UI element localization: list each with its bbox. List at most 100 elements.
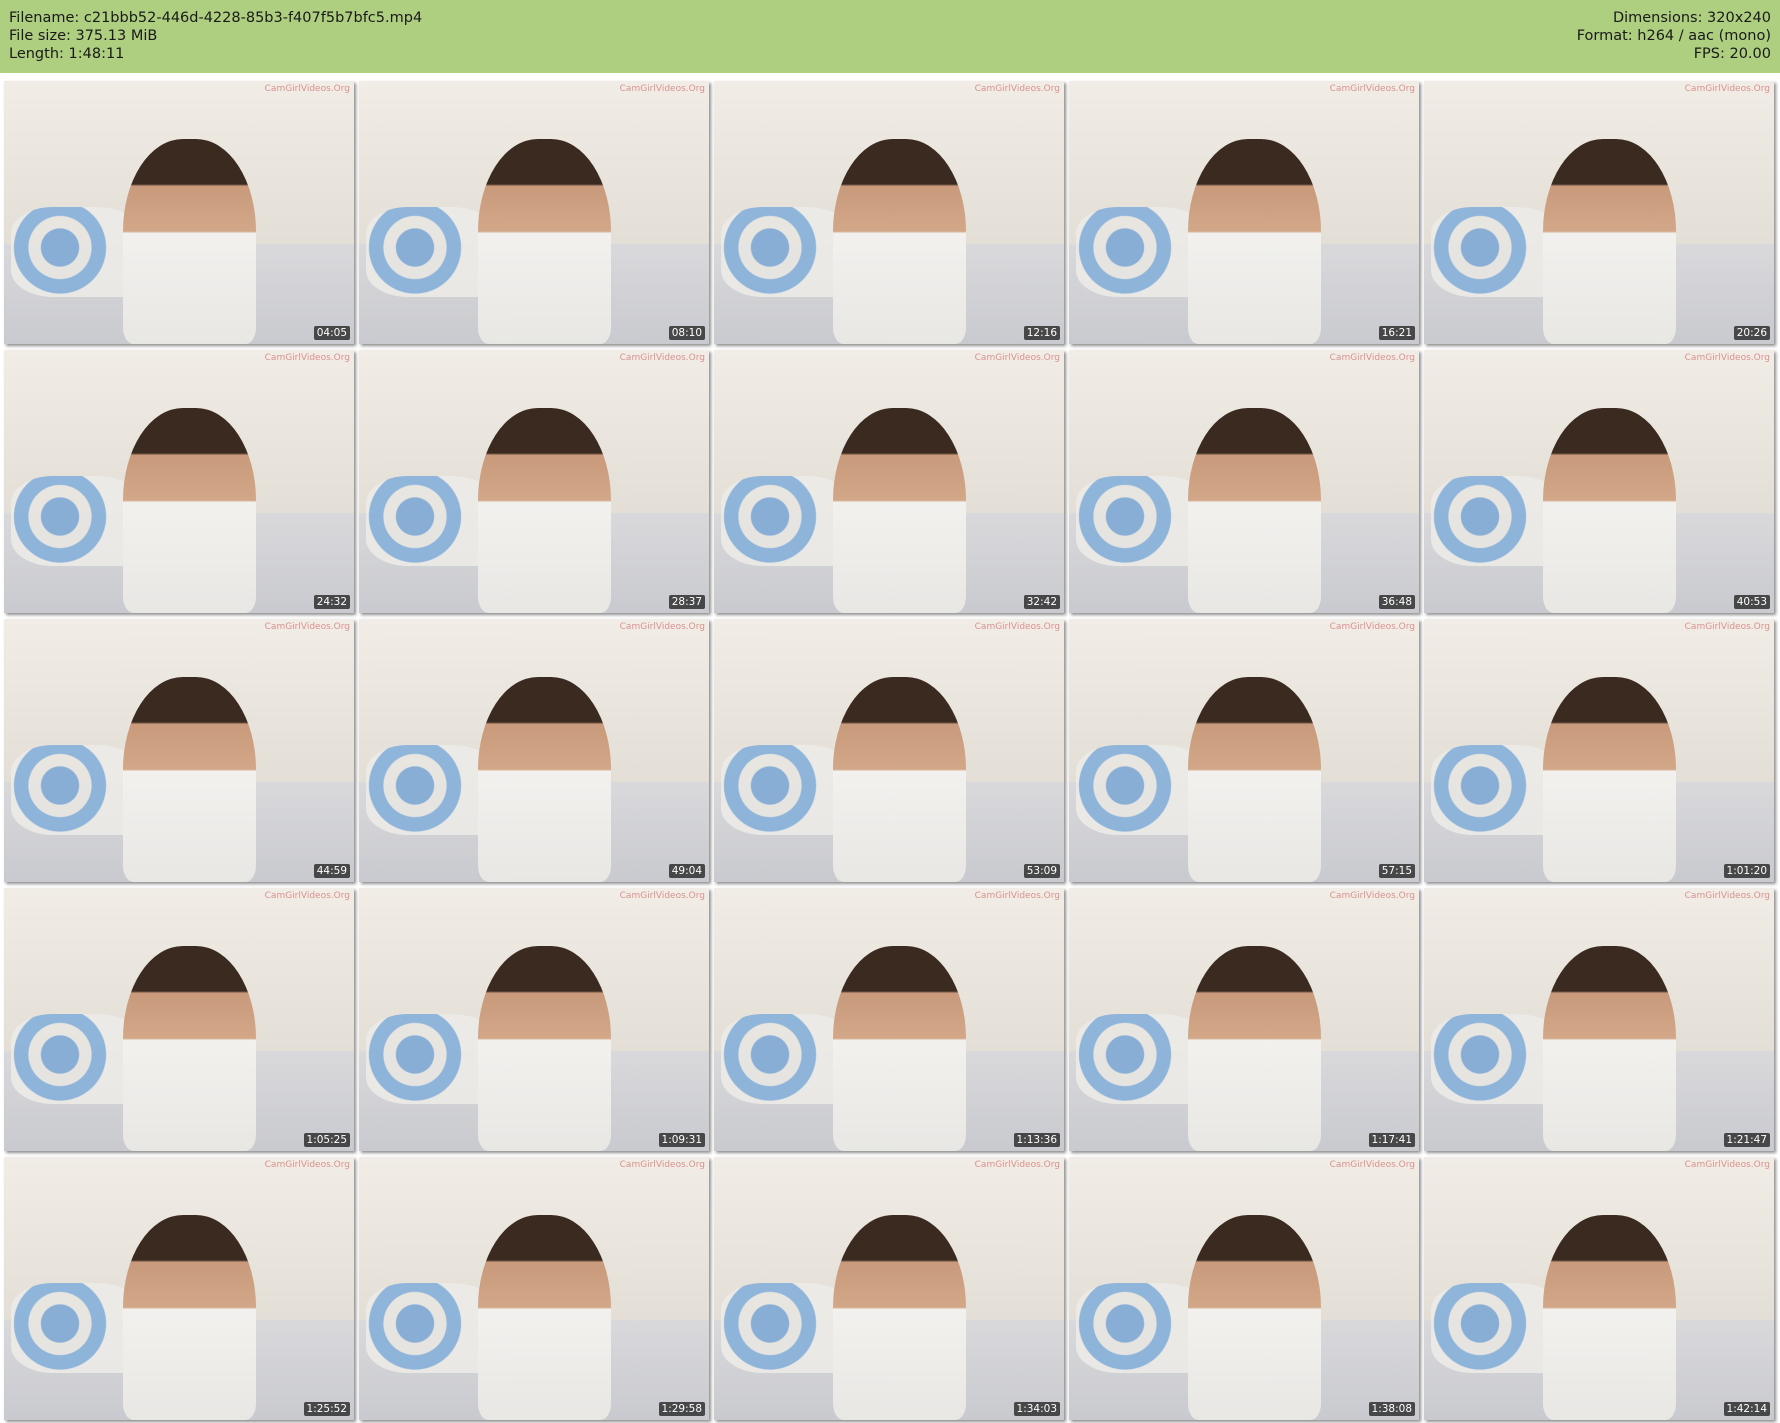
fps-text: FPS: 20.00 — [1693, 46, 1771, 62]
thumbnail-grid: CamGirlVideos.Org 04:05 CamGirlVideos.Org 0… — [4, 81, 1778, 1420]
thumbnail-frame: CamGirlVideos.Org 08:10 — [359, 81, 709, 344]
thumbnail-frame: CamGirlVideos.Org 49:04 — [359, 619, 709, 882]
timestamp-label: 1:01:20 — [1723, 864, 1770, 878]
watermark-text: CamGirlVideos.Org — [264, 891, 350, 901]
timestamp-label: 49:04 — [668, 864, 705, 878]
frame-person — [478, 407, 611, 613]
timestamp-label: 1:13:36 — [1013, 1133, 1060, 1147]
timestamp-label: 44:59 — [313, 864, 350, 878]
thumbnail-frame: CamGirlVideos.Org 28:37 — [359, 350, 709, 613]
thumbnail-frame: CamGirlVideos.Org 1:25:52 — [4, 1157, 354, 1420]
metadata-right: Dimensions: 320x240 Format: h264 / aac (… — [1577, 9, 1771, 63]
timestamp-label: 36:48 — [1378, 595, 1415, 609]
metadata-header: Filename: c21bbb52-446d-4228-85b3-f407f5… — [0, 0, 1780, 73]
thumbnail-frame: CamGirlVideos.Org 1:17:41 — [1069, 888, 1419, 1151]
frame-person — [1543, 138, 1676, 344]
watermark-text: CamGirlVideos.Org — [1684, 84, 1770, 94]
thumbnail-frame: CamGirlVideos.Org 40:53 — [1424, 350, 1774, 613]
timestamp-label: 1:29:58 — [658, 1402, 705, 1416]
timestamp-label: 1:38:08 — [1368, 1402, 1415, 1416]
watermark-text: CamGirlVideos.Org — [264, 84, 350, 94]
metadata-left: Filename: c21bbb52-446d-4228-85b3-f407f5… — [9, 9, 422, 63]
watermark-text: CamGirlVideos.Org — [1329, 353, 1415, 363]
watermark-text: CamGirlVideos.Org — [974, 353, 1060, 363]
watermark-text: CamGirlVideos.Org — [1684, 1160, 1770, 1170]
frame-person — [123, 676, 256, 882]
frame-person — [123, 138, 256, 344]
thumbnail-frame: CamGirlVideos.Org 32:42 — [714, 350, 1064, 613]
frame-person — [1543, 676, 1676, 882]
thumbnail-frame: CamGirlVideos.Org 1:09:31 — [359, 888, 709, 1151]
thumbnail-frame: CamGirlVideos.Org 20:26 — [1424, 81, 1774, 344]
frame-person — [833, 676, 966, 882]
thumbnail-frame: CamGirlVideos.Org 04:05 — [4, 81, 354, 344]
length-text: Length: 1:48:11 — [9, 46, 125, 62]
frame-person — [123, 1214, 256, 1420]
frame-person — [1543, 945, 1676, 1151]
thumbnail-frame: CamGirlVideos.Org 1:34:03 — [714, 1157, 1064, 1420]
watermark-text: CamGirlVideos.Org — [1684, 891, 1770, 901]
frame-person — [1543, 407, 1676, 613]
frame-person — [478, 1214, 611, 1420]
thumbnail-frame: CamGirlVideos.Org 16:21 — [1069, 81, 1419, 344]
watermark-text: CamGirlVideos.Org — [619, 1160, 705, 1170]
thumbnail-frame: CamGirlVideos.Org 44:59 — [4, 619, 354, 882]
thumbnail-frame: CamGirlVideos.Org 12:16 — [714, 81, 1064, 344]
thumbnail-frame: CamGirlVideos.Org 1:38:08 — [1069, 1157, 1419, 1420]
watermark-text: CamGirlVideos.Org — [974, 622, 1060, 632]
watermark-text: CamGirlVideos.Org — [974, 84, 1060, 94]
thumbnail-frame: CamGirlVideos.Org 1:05:25 — [4, 888, 354, 1151]
timestamp-label: 16:21 — [1378, 326, 1415, 340]
filename-text: Filename: c21bbb52-446d-4228-85b3-f407f5… — [9, 10, 423, 26]
thumbnail-frame: CamGirlVideos.Org 53:09 — [714, 619, 1064, 882]
watermark-text: CamGirlVideos.Org — [1329, 622, 1415, 632]
watermark-text: CamGirlVideos.Org — [1329, 1160, 1415, 1170]
watermark-text: CamGirlVideos.Org — [974, 891, 1060, 901]
timestamp-label: 1:17:41 — [1368, 1133, 1415, 1147]
frame-person — [478, 676, 611, 882]
frame-person — [833, 945, 966, 1151]
timestamp-label: 1:21:47 — [1723, 1133, 1770, 1147]
thumbnail-frame: CamGirlVideos.Org 1:29:58 — [359, 1157, 709, 1420]
watermark-text: CamGirlVideos.Org — [1684, 353, 1770, 363]
thumbnail-frame: CamGirlVideos.Org 1:01:20 — [1424, 619, 1774, 882]
thumbnail-frame: CamGirlVideos.Org 57:15 — [1069, 619, 1419, 882]
watermark-text: CamGirlVideos.Org — [1684, 622, 1770, 632]
timestamp-label: 1:09:31 — [658, 1133, 705, 1147]
format-text: Format: h264 / aac (mono) — [1576, 28, 1771, 44]
frame-person — [1188, 407, 1321, 613]
timestamp-label: 24:32 — [313, 595, 350, 609]
timestamp-label: 28:37 — [668, 595, 705, 609]
frame-person — [833, 407, 966, 613]
frame-person — [1188, 1214, 1321, 1420]
watermark-text: CamGirlVideos.Org — [1329, 891, 1415, 901]
frame-person — [478, 945, 611, 1151]
thumbnail-frame: CamGirlVideos.Org 1:42:14 — [1424, 1157, 1774, 1420]
frame-person — [833, 1214, 966, 1420]
timestamp-label: 1:05:25 — [303, 1133, 350, 1147]
frame-person — [123, 945, 256, 1151]
dimensions-text: Dimensions: 320x240 — [1612, 10, 1771, 26]
watermark-text: CamGirlVideos.Org — [619, 622, 705, 632]
frame-person — [478, 138, 611, 344]
watermark-text: CamGirlVideos.Org — [264, 353, 350, 363]
watermark-text: CamGirlVideos.Org — [974, 1160, 1060, 1170]
frame-person — [123, 407, 256, 613]
timestamp-label: 1:34:03 — [1013, 1402, 1060, 1416]
timestamp-label: 53:09 — [1023, 864, 1060, 878]
frame-person — [1188, 138, 1321, 344]
thumbnail-frame: CamGirlVideos.Org 24:32 — [4, 350, 354, 613]
thumbnail-frame: CamGirlVideos.Org 1:13:36 — [714, 888, 1064, 1151]
frame-person — [1543, 1214, 1676, 1420]
watermark-text: CamGirlVideos.Org — [1329, 84, 1415, 94]
watermark-text: CamGirlVideos.Org — [264, 622, 350, 632]
timestamp-label: 1:42:14 — [1723, 1402, 1770, 1416]
timestamp-label: 04:05 — [313, 326, 350, 340]
watermark-text: CamGirlVideos.Org — [264, 1160, 350, 1170]
timestamp-label: 32:42 — [1023, 595, 1060, 609]
frame-person — [833, 138, 966, 344]
thumbnail-frame: CamGirlVideos.Org 36:48 — [1069, 350, 1419, 613]
watermark-text: CamGirlVideos.Org — [619, 891, 705, 901]
timestamp-label: 08:10 — [668, 326, 705, 340]
watermark-text: CamGirlVideos.Org — [619, 84, 705, 94]
